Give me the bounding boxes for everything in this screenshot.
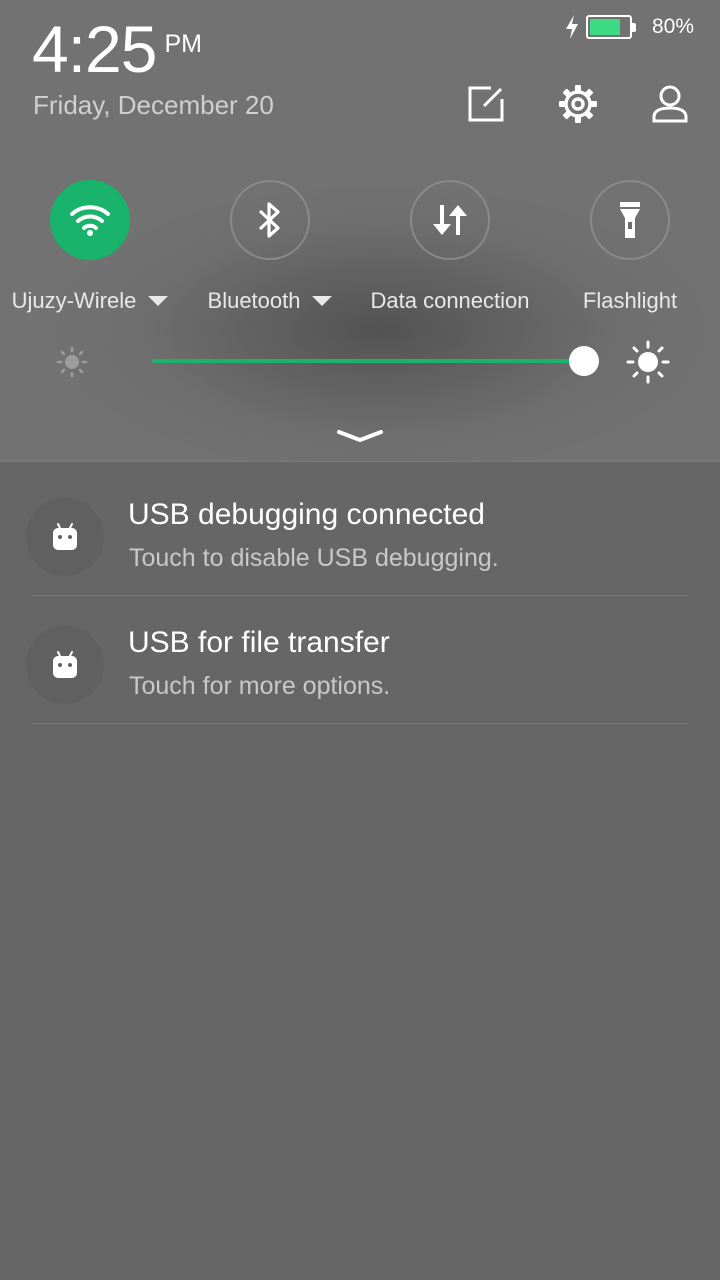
edit-icon[interactable] [464,82,508,126]
brightness-high-icon [626,340,670,384]
flashlight-icon [620,202,640,238]
notification-subtitle: Touch for more options. [129,672,391,700]
clock[interactable]: 4:25 PM [32,12,202,86]
flashlight-toggle-button[interactable] [590,180,670,260]
date-label[interactable]: Friday, December 20 [33,90,274,121]
wifi-icon [70,205,110,236]
brightness-slider-fill [152,359,584,363]
android-icon [26,498,104,576]
header-actions [416,82,692,126]
wifi-network-label: Ujuzy-Wirele [11,288,137,313]
notification-divider [32,723,688,724]
data-connection-label: Data connection [370,288,530,313]
notification-usb-debugging[interactable]: USB debugging connected Touch to disable… [0,468,720,596]
toggle-flashlight[interactable]: Flashlight [540,180,720,316]
bluetooth-toggle-button[interactable] [230,180,310,260]
toggle-data-connection[interactable]: Data connection [360,180,540,316]
notification-subtitle: Touch to disable USB debugging. [129,544,499,572]
wifi-toggle-button[interactable] [50,180,130,260]
clock-time: 4:25 [32,12,157,86]
battery-level-fill [589,19,620,35]
status-bar: 80% [564,14,694,40]
brightness-slider[interactable] [152,346,599,376]
notification-title: USB debugging connected [128,498,485,531]
panel-divider [0,461,720,462]
wifi-dropdown-icon[interactable] [148,296,169,306]
charging-bolt-icon [565,15,578,39]
flashlight-label: Flashlight [582,288,678,313]
settings-gear-icon[interactable] [556,82,600,126]
bluetooth-label: Bluetooth [207,288,301,313]
battery-icon [585,15,636,39]
brightness-slider-thumb[interactable] [569,346,599,376]
expand-chevron-icon[interactable] [336,426,384,450]
notification-usb-file-transfer[interactable]: USB for file transfer Touch for more opt… [0,596,720,724]
brightness-low-icon [56,346,88,378]
battery-percentage: 80% [651,15,694,38]
notification-title: USB for file transfer [128,626,390,659]
data-connection-toggle-button[interactable] [410,180,490,260]
data-arrows-icon [433,205,467,235]
clock-ampm: PM [164,30,202,58]
bluetooth-dropdown-icon[interactable] [312,296,333,306]
toggle-wifi[interactable]: Ujuzy-Wirele [0,180,180,316]
user-account-icon[interactable] [648,82,692,126]
bluetooth-icon [258,202,280,238]
toggle-bluetooth[interactable]: Bluetooth [180,180,360,316]
android-icon [26,626,104,704]
